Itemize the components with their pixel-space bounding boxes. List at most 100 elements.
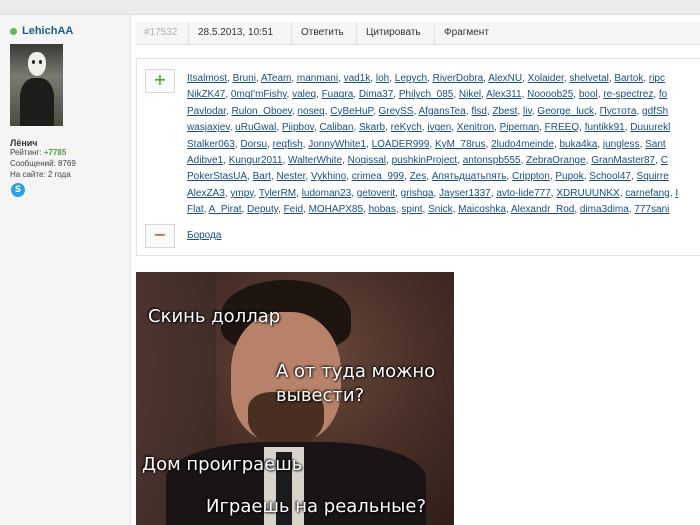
liker-link[interactable]: shelvetal [569,73,608,84]
liker-link[interactable]: getoverit [357,188,395,199]
liker-link[interactable]: re-spectrez [603,89,653,100]
liker-link[interactable]: Sant [645,139,666,150]
quote-button[interactable]: Цитировать [356,22,430,44]
liker-link[interactable]: Maicoshka [458,204,506,215]
liker-link[interactable]: MOHAPX85 [309,204,363,215]
liker-link[interactable]: WalterWhite [288,155,342,166]
liker-link[interactable]: spint [401,204,422,215]
liker-link[interactable]: pushkinProject [392,155,458,166]
liker-link[interactable]: Bart [253,171,271,182]
liker-link[interactable]: Alexandr_Rod [511,204,574,215]
liker-link[interactable]: ZebraOrange [526,155,585,166]
liker-link[interactable]: XDRUUUNKX [556,188,619,199]
liker-link[interactable]: Rulon_Oboev [231,106,291,117]
liker-link[interactable]: Noooob25 [527,89,573,100]
liker-link[interactable]: RiverDobra [433,73,484,84]
liker-link[interactable]: grishqa [401,188,434,199]
liker-link[interactable]: Adibve1 [187,155,223,166]
liker-link[interactable]: AfgansTea [419,106,466,117]
liker-link[interactable]: Dorsu [240,139,267,150]
skype-icon[interactable]: S [11,183,25,197]
liker-link[interactable]: Zes [410,171,427,182]
liker-link[interactable]: Kungur2011 [229,155,283,166]
liker-link[interactable]: noseq [297,106,324,117]
liker-link[interactable]: valeq [292,89,316,100]
liker-link[interactable]: Crippton [512,171,550,182]
liker-link[interactable]: FREEQ [545,122,579,133]
liker-link[interactable]: ympy [230,188,253,199]
liker-link[interactable]: jungless [603,139,640,150]
liker-link[interactable]: Duuurekl [630,122,670,133]
liker-link[interactable]: JonnyWhite1 [308,139,366,150]
liker-link[interactable]: C [661,155,668,166]
collapse-button[interactable]: − [145,224,175,248]
avatar[interactable] [10,44,63,126]
liker-link[interactable]: Itsalmost [187,73,227,84]
liker-link[interactable]: vad1k [344,73,371,84]
liker-link[interactable]: Jayser1337 [439,188,491,199]
liker-link[interactable]: Stalker063 [187,139,235,150]
liker-link[interactable]: Deputy [247,204,278,215]
liker-link[interactable]: CyBeHuP [330,106,373,117]
liker-link[interactable]: liv [523,106,532,117]
liker-link[interactable]: Caliban [320,122,354,133]
liker-link[interactable]: avto-lide777 [496,188,550,199]
liker-link[interactable]: Xolaider [528,73,564,84]
liker-link[interactable]: Bartok [614,73,643,84]
liker-link[interactable]: Noqissal [348,155,386,166]
liker-link[interactable]: Flat [187,204,204,215]
liker-link[interactable]: PokerStasUA [187,171,247,182]
liker-link[interactable]: Xenitron [457,122,494,133]
liker-link[interactable]: reqfish [273,139,303,150]
liker-link[interactable]: GranMaster87 [591,155,655,166]
liker-link[interactable]: Alex311 [486,89,521,100]
liker-link[interactable]: GreySS [378,106,413,117]
liker-link[interactable]: KyM_78rus [435,139,486,150]
liker-link[interactable]: uRuGwal [235,122,276,133]
liker-link[interactable]: antonspb555 [463,155,521,166]
liker-link[interactable]: funtikk91 [585,122,625,133]
liker-link[interactable]: buka4ka [559,139,597,150]
liker-link[interactable]: LOADER999 [372,139,430,150]
liker-link[interactable]: Nester [277,171,306,182]
liker-link[interactable]: George_luck [537,106,594,117]
liker-link[interactable]: gdfSh [642,106,668,117]
liker-link[interactable]: Pipeman [500,122,539,133]
liker-link[interactable]: I [675,188,678,199]
liker-link[interactable]: Fuagra [322,89,354,100]
liker-link[interactable]: Bruni [233,73,256,84]
liker-link[interactable]: Pupok [555,171,583,182]
liker-link[interactable]: Dima37 [359,89,393,100]
liker-link[interactable]: wasjaxjev [187,122,230,133]
liker-link[interactable]: Piipbov [282,122,314,133]
reply-button[interactable]: Ответить [291,22,353,44]
liker-link[interactable]: crimea_999 [352,171,404,182]
liker-link[interactable]: Snick [428,204,452,215]
liker-link[interactable]: flsd [471,106,487,117]
liker-link[interactable]: dima3dima [580,204,629,215]
liker-link[interactable]: Vykhino [311,171,346,182]
liker-link[interactable]: hobas [369,204,396,215]
liker-link[interactable]: NikZK47 [187,89,225,100]
liker-link[interactable]: bool [579,89,598,100]
liker-link[interactable]: ivgen [427,122,451,133]
liker-link[interactable]: ripc [649,73,665,84]
username-link[interactable]: LehichAA [22,25,73,37]
liker-link[interactable]: Philych_085 [399,89,453,100]
liker-link[interactable]: ATeam [261,73,291,84]
liker-link[interactable]: Skarb [359,122,385,133]
liker-link[interactable]: School47 [589,171,631,182]
liker-link[interactable]: 777sani [634,204,669,215]
liker-link[interactable]: AlexNU [488,73,522,84]
post-number[interactable]: #17532 [144,27,177,38]
liker-link[interactable]: Zbest [492,106,517,117]
liker-link[interactable]: Nikel [459,89,481,100]
liker-link[interactable]: fo [659,89,667,100]
liker-link[interactable]: Feid [284,204,303,215]
liker-link[interactable]: Squirre [637,171,669,182]
liker-link[interactable]: carnefang [625,188,669,199]
liker-link[interactable]: ludoman23 [302,188,351,199]
liker-link[interactable]: Lepych [395,73,427,84]
expand-button[interactable]: + [145,69,175,93]
liker-link[interactable]: loh [376,73,389,84]
